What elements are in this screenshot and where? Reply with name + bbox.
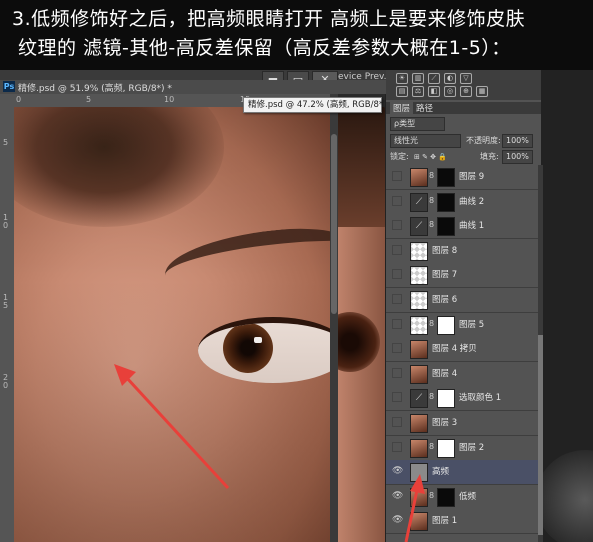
caption-line-1: 3.低频修饰好之后，把高频眼睛打开 高频上是要来修饰皮肤 (12, 8, 526, 30)
caption-line-2: 纹理的 滤镜-其他-高反差保留（高反差参数大概在1-5）： (18, 37, 511, 59)
arrow-to-cheek (114, 364, 230, 490)
photoshop-window: ▬ ▭ ✕ evice Prev... Ps 精修.psd @ 51.9% (高… (0, 70, 593, 542)
arrow-to-high-freq-layer (404, 474, 425, 542)
tutorial-caption: 3.低频修饰好之后，把高频眼睛打开 高频上是要来修饰皮肤 纹理的 滤镜-其他-高… (0, 0, 593, 70)
annotation-arrows (114, 364, 425, 542)
